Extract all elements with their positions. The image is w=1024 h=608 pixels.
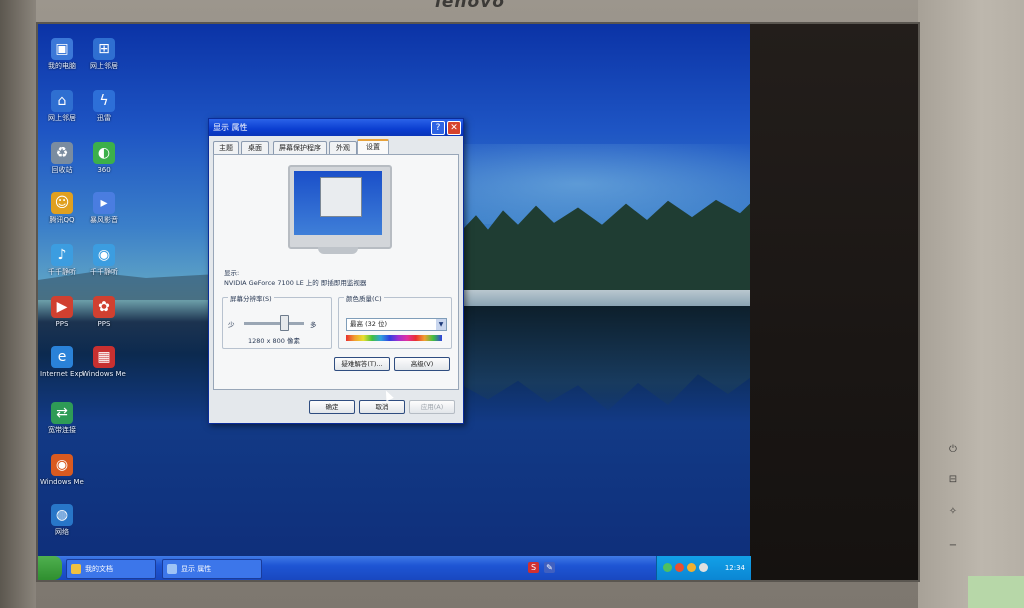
chevron-down-icon[interactable]: ▼ xyxy=(436,319,446,330)
desktop-icon-network[interactable]: ⌂ 网上邻居 xyxy=(40,90,84,134)
media-icon: ◉ xyxy=(51,454,73,476)
color-quality-preview xyxy=(346,335,442,341)
sogou-icon[interactable]: S xyxy=(528,562,539,573)
desktop-icon-recycle-bin[interactable]: ♻ 回收站 xyxy=(40,142,84,186)
desktop-icon-ie[interactable]: e Internet Explorer xyxy=(40,346,84,390)
wallpaper-reflection xyxy=(458,306,750,411)
brightness-button-icon[interactable]: ✧ xyxy=(946,506,960,518)
taskbar-item-documents[interactable]: 我的文档 xyxy=(66,559,156,579)
ok-button[interactable]: 确定 xyxy=(309,400,355,414)
desktop-icon-pps[interactable]: ▶ PPS xyxy=(40,296,84,340)
desktop-icon-player[interactable]: ◉ 千千静听 xyxy=(82,244,126,288)
display-device: NVIDIA GeForce 7100 LE 上的 即插即用监视器 xyxy=(224,279,367,287)
cancel-button[interactable]: 取消 xyxy=(359,400,405,414)
taskbar-item-display-properties[interactable]: 显示 属性 xyxy=(162,559,262,579)
close-button[interactable]: ✕ xyxy=(447,121,461,135)
color-quality-value: 最高 (32 位) xyxy=(350,320,387,328)
bezel-shadow xyxy=(0,0,36,608)
desktop-icon-my-computer[interactable]: ▣ 我的电脑 xyxy=(40,38,84,82)
resolution-label: 屏幕分辨率(S) xyxy=(228,293,274,303)
desktop-icon-broadband[interactable]: ⇄ 宽带连接 xyxy=(40,402,84,446)
background-corner xyxy=(968,576,1024,608)
display-label: 显示: xyxy=(224,269,240,277)
computer-icon: ▣ xyxy=(51,38,73,60)
display-icon xyxy=(167,564,177,574)
qq-icon: ☺ xyxy=(51,192,73,214)
monitor-brand-logo: lenovo xyxy=(435,0,505,12)
troubleshoot-button[interactable]: 疑难解答(T)... xyxy=(334,357,390,371)
desktop-icon-qq[interactable]: ☺ 腾讯QQ xyxy=(40,192,84,236)
display-properties-dialog: 显示 属性 ? ✕ 主题 桌面 屏幕保护程序 外观 设置 显示: NVIDIA … xyxy=(208,118,464,424)
music-player-icon: ◉ xyxy=(93,244,115,266)
settings-panel: 显示: NVIDIA GeForce 7100 LE 上的 即插即用监视器 屏幕… xyxy=(213,154,459,390)
preview-window xyxy=(320,177,362,217)
monitor-preview-icon xyxy=(288,165,392,249)
wallpaper-shore xyxy=(458,290,750,306)
tab-screensaver[interactable]: 屏幕保护程序 xyxy=(273,141,327,154)
media-player-icon: ▸ xyxy=(93,192,115,214)
resolution-slider-track[interactable] xyxy=(244,322,304,325)
music-player-icon: ♪ xyxy=(51,244,73,266)
monitor-screen: ▣ 我的电脑 ⌂ 网上邻居 ♻ 回收站 ☺ 腾讯QQ ♪ 千千静听 ▶ PPS … xyxy=(38,24,918,580)
resolution-slider-thumb[interactable] xyxy=(280,315,289,331)
dialog-title: 显示 属性 xyxy=(213,123,248,132)
pps-icon: ✿ xyxy=(93,296,115,318)
globe-icon: ◍ xyxy=(51,504,73,526)
antivirus-icon[interactable] xyxy=(675,563,684,572)
slider-more-label: 多 xyxy=(310,321,317,329)
network-status-icon[interactable] xyxy=(663,563,672,572)
taskbar-clock[interactable]: 12:34 xyxy=(725,556,745,580)
advanced-button[interactable]: 高级(V) xyxy=(394,357,450,371)
monitor-preview-stand xyxy=(318,247,358,254)
recycle-bin-icon: ♻ xyxy=(51,142,73,164)
desktop-icon-colorful[interactable]: ✿ PPS xyxy=(82,296,126,340)
unlit-screen-area xyxy=(750,24,918,580)
color-quality-select[interactable]: 最高 (32 位) ▼ xyxy=(346,318,447,331)
app-icon: ▦ xyxy=(93,346,115,368)
thunder-icon: ϟ xyxy=(93,90,115,112)
desktop-icon-music[interactable]: ♪ 千千静听 xyxy=(40,244,84,288)
color-quality-label: 颜色质量(C) xyxy=(344,293,384,303)
network-icon: ⊞ xyxy=(93,38,115,60)
slider-less-label: 少 xyxy=(228,321,235,329)
help-button[interactable]: ? xyxy=(431,121,445,135)
ie-icon: e xyxy=(51,346,73,368)
network-icon: ⌂ xyxy=(51,90,73,112)
desktop-icon-thunder[interactable]: ϟ 迅雷 xyxy=(82,90,126,134)
power-button-icon[interactable]: ⏻ xyxy=(946,444,960,456)
start-button[interactable] xyxy=(38,556,62,580)
tab-desktop[interactable]: 桌面 xyxy=(241,141,269,154)
pps-icon: ▶ xyxy=(51,296,73,318)
security-icon: ◐ xyxy=(93,142,115,164)
bezel-right-panel xyxy=(918,0,1024,608)
desktop-icon-video[interactable]: ▸ 暴风影音 xyxy=(82,192,126,236)
dialog-titlebar[interactable]: 显示 属性 ? ✕ xyxy=(209,119,463,136)
desktop-icon-network-2[interactable]: ⊞ 网上邻居 xyxy=(82,38,126,82)
folder-icon xyxy=(71,564,81,574)
system-tray: 12:34 xyxy=(656,556,751,580)
desktop-icon-media[interactable]: ◉ Windows Media xyxy=(40,454,84,498)
desktop-icon-red[interactable]: ▦ Windows Media xyxy=(82,346,126,390)
tab-appearance[interactable]: 外观 xyxy=(329,141,357,154)
tab-themes[interactable]: 主题 xyxy=(213,141,239,154)
qq-tray-icon[interactable] xyxy=(687,563,696,572)
preview-screen xyxy=(294,171,382,235)
minus-button-icon[interactable]: − xyxy=(946,540,960,552)
resolution-value: 1280 x 800 像素 xyxy=(248,337,300,345)
taskbar: 我的文档 显示 属性 S ✎ 12:34 xyxy=(38,556,751,580)
apply-button[interactable]: 应用(A) xyxy=(409,400,455,414)
desktop-icon-globe[interactable]: ◍ 网络 xyxy=(40,504,84,548)
broadband-icon: ⇄ xyxy=(51,402,73,424)
desktop-icon-360[interactable]: ◐ 360 xyxy=(82,142,126,186)
input-button-icon[interactable]: ⊟ xyxy=(946,474,960,486)
pen-icon[interactable]: ✎ xyxy=(544,562,555,573)
volume-icon[interactable] xyxy=(699,563,708,572)
